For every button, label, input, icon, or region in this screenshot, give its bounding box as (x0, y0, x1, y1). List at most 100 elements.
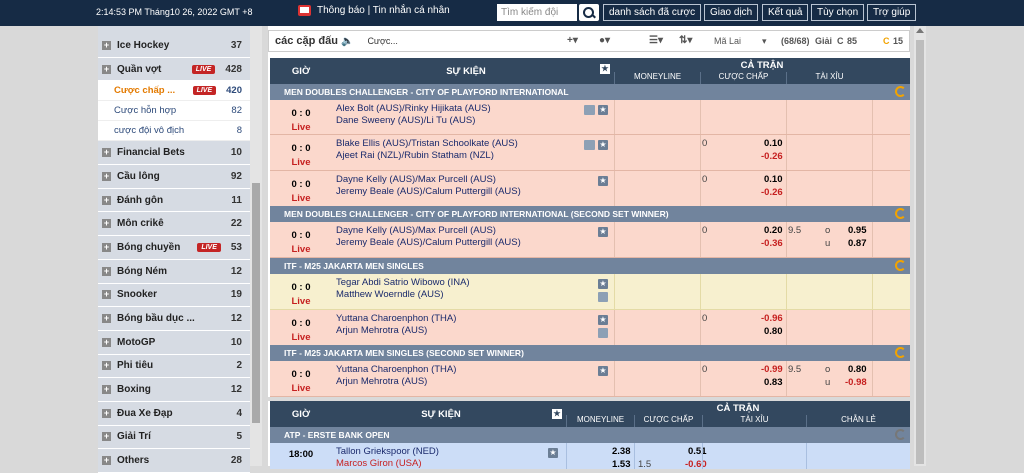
odds-cell[interactable]: -0.26 (761, 151, 783, 162)
sidebar-scrollbar[interactable] (250, 26, 262, 466)
nav-transactions[interactable]: Giao dịch (704, 4, 759, 21)
league-header[interactable]: ATP - ERSTE BANK OPEN (270, 427, 910, 443)
table-row: 0 : 0 Live Blake Ellis (AUS)/Tristan Scho… (270, 135, 910, 171)
sidebar-item-entertainment[interactable]: + Giải Trí 5 (98, 425, 250, 450)
sidebar-item-cricket[interactable]: + Môn crikê 22 (98, 212, 250, 237)
sidebar-item-golf[interactable]: + Đánh gôn 11 (98, 188, 250, 213)
odds-cell[interactable]: -0.60 (685, 459, 707, 470)
star-icon[interactable]: ★ (548, 448, 558, 458)
star-icon[interactable]: ★ (598, 279, 608, 289)
sport-icon[interactable]: ●▾ (599, 35, 610, 46)
odds-cell[interactable]: 0.51 (688, 446, 707, 457)
odds-cell[interactable]: 0.80 (764, 326, 783, 337)
notifications-link[interactable]: Thông báo | Tin nhắn cá nhân (298, 5, 450, 16)
refresh-icon[interactable] (895, 347, 906, 358)
table-row: 18:00 Tallon Griekspoor (NED) Marcos Giro… (270, 443, 910, 470)
home-team: Dayne Kelly (AUS)/Max Purcell (AUS) (336, 225, 496, 236)
odds-cell[interactable]: 2.38 (612, 446, 631, 457)
nav-help[interactable]: Trợ giúp (867, 4, 917, 21)
odds-cell[interactable]: -0.96 (761, 313, 783, 324)
refresh-icon[interactable] (895, 86, 906, 97)
refresh-icon[interactable] (895, 429, 906, 440)
sidebar-sub-mix-parlay[interactable]: Cược hỗn hợp 82 (98, 101, 250, 122)
sidebar-sub-handicap[interactable]: Cược chấp ... LIVE 420 (98, 81, 250, 102)
odds-cell[interactable]: -0.36 (761, 238, 783, 249)
star-icon[interactable]: ★ (598, 140, 608, 150)
nav-results[interactable]: Kết quả (762, 4, 809, 21)
star-icon[interactable]: ★ (552, 409, 562, 419)
plus-icon: + (102, 170, 111, 181)
league-header[interactable]: ITF - M25 JAKARTA MEN SINGLES (270, 258, 910, 274)
odds-cell[interactable]: 1.53 (612, 459, 631, 470)
star-icon[interactable]: ★ (598, 227, 608, 237)
odds-cell[interactable]: -0.26 (761, 187, 783, 198)
chevron-down-icon[interactable]: ▾ (762, 36, 767, 47)
sidebar-item-cycling[interactable]: + Đua Xe Đạp 4 (98, 401, 250, 426)
odds-cell[interactable]: 0.83 (764, 377, 783, 388)
league-header[interactable]: ITF - M25 JAKARTA MEN SINGLES (SECOND SE… (270, 345, 910, 361)
odds-cell[interactable]: 0.87 (848, 238, 867, 249)
league-header[interactable]: MEN DOUBLES CHALLENGER - CITY OF PLAYFOR… (270, 206, 910, 222)
refresh-icon[interactable] (895, 208, 906, 219)
odds-cell[interactable]: -0.99 (761, 364, 783, 375)
sidebar-item-others[interactable]: + Others 28 (98, 449, 250, 473)
sidebar-item-motogp[interactable]: + MotoGP 10 (98, 330, 250, 355)
sports-sidebar: + Ice Hockey 37 + Quần vợt LIVE 428 Cược chấp… (98, 26, 250, 473)
table-header: GIỜ SỰ KIỆN ★ CẢ TRẬN MONEYLINE CƯỢC CHẤ… (270, 58, 910, 84)
home-team: Yuttana Charoenphon (THA) (336, 313, 457, 324)
odds-cell[interactable]: 0.10 (764, 138, 783, 149)
sidebar-item-boxing[interactable]: + Boxing 12 (98, 378, 250, 402)
refresh-85-icon[interactable]: C (837, 36, 844, 46)
odds-cell[interactable]: 0.10 (764, 174, 783, 185)
stats-icon[interactable] (598, 328, 608, 338)
nav-options[interactable]: Tùy chọn (811, 4, 865, 21)
sidebar-item-handball[interactable]: + Bóng Ném 12 (98, 259, 250, 284)
notifications-label: Thông báo | Tin nhắn cá nhân (317, 5, 450, 16)
stats-icon[interactable] (598, 292, 608, 302)
speaker-icon[interactable]: 🔈 (341, 36, 353, 47)
odds-cell[interactable]: 0.80 (848, 364, 867, 375)
sidebar-item-darts[interactable]: + Phi tiêu 2 (98, 354, 250, 379)
add-icon[interactable]: +▾ (567, 35, 578, 46)
odds-cell[interactable]: -0.98 (845, 377, 867, 388)
star-icon[interactable]: ★ (598, 315, 608, 325)
home-team: Tegar Abdi Satrio Wibowo (INA) (336, 277, 470, 288)
search-icon[interactable] (579, 4, 599, 21)
live-badge: LIVE (192, 86, 217, 96)
scroll-thumb[interactable] (252, 183, 260, 423)
nav-bet-list[interactable]: danh sách đã cược (603, 4, 702, 21)
odds-cell[interactable]: 0.20 (764, 225, 783, 236)
plus-icon: + (102, 407, 111, 418)
sidebar-item-rugby[interactable]: + Bóng bầu dục ... 12 (98, 307, 250, 331)
tv-icon[interactable] (584, 140, 595, 150)
star-icon[interactable]: ★ (598, 105, 608, 115)
search-input[interactable]: Tìm kiếm đội (497, 4, 577, 21)
odds-scrollbar[interactable] (914, 26, 926, 466)
scroll-thumb[interactable] (916, 40, 924, 464)
star-icon[interactable]: ★ (600, 64, 610, 74)
tv-icon[interactable] (584, 105, 595, 115)
league-filter[interactable]: Giải (815, 36, 832, 46)
sidebar-item-badminton[interactable]: + Cầu lông 92 (98, 165, 250, 189)
sidebar-item-financial-bets[interactable]: + Financial Bets 10 (98, 141, 250, 166)
sidebar-item-ice-hockey[interactable]: + Ice Hockey 37 (98, 34, 250, 58)
sort-icon[interactable]: ☰▾ (649, 35, 663, 46)
sidebar-sub-outright[interactable]: cược đội vô địch 8 (98, 121, 250, 142)
odds-type-select[interactable]: Mã Lai (714, 36, 741, 46)
home-team: Blake Ellis (AUS)/Tristan Schoolkate (AU… (336, 138, 518, 149)
scroll-up-icon[interactable] (916, 28, 924, 33)
table-row: 0 : 0 Live Yuttana Charoenphon (THA) Arjun… (270, 361, 910, 397)
league-header[interactable]: MEN DOUBLES CHALLENGER - CITY OF PLAYFOR… (270, 84, 910, 100)
star-icon[interactable]: ★ (598, 176, 608, 186)
plus-icon: + (102, 289, 111, 300)
odds-cell[interactable]: 0.95 (848, 225, 867, 236)
star-icon[interactable]: ★ (598, 366, 608, 376)
bet-type-select[interactable]: Cược... (367, 36, 397, 46)
refresh-15-icon[interactable]: C (883, 36, 890, 46)
sidebar-item-tennis[interactable]: + Quần vợt LIVE 428 (98, 57, 250, 82)
sidebar-item-volleyball[interactable]: + Bóng chuyền LIVE 53 (98, 236, 250, 260)
sidebar-item-snooker[interactable]: + Snooker 19 (98, 283, 250, 308)
matches-label: các cặp đấu (275, 35, 338, 47)
refresh-icon[interactable] (895, 260, 906, 271)
odds-format-icon[interactable]: ⇅▾ (679, 35, 692, 46)
